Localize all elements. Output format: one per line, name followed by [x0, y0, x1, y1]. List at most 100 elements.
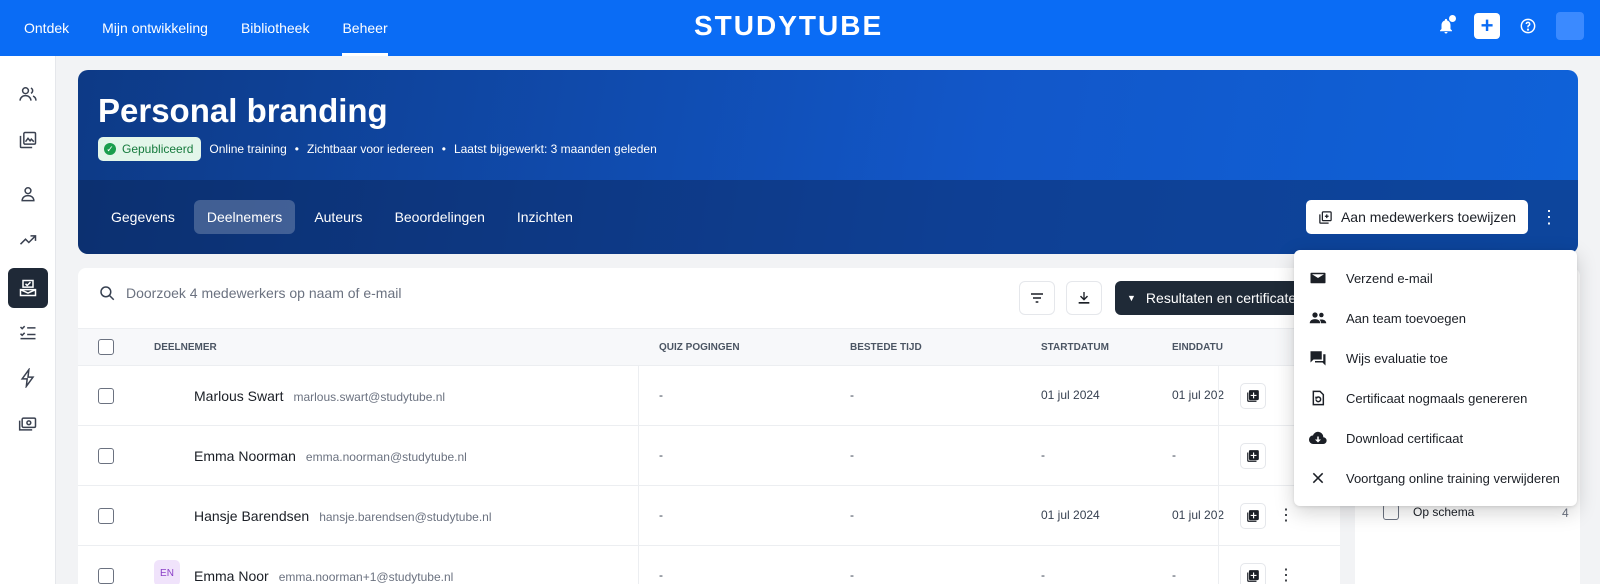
lightning-icon[interactable]: [8, 358, 48, 398]
menu-download-certificate[interactable]: Download certificaat: [1294, 418, 1577, 458]
course-header: Personal branding ✓ Gepubliceerd Online …: [78, 70, 1578, 254]
column-divider: [1218, 546, 1219, 584]
time-spent: -: [850, 388, 854, 402]
results-and-certificates-button[interactable]: ▼ Resultaten en certificaten: [1115, 281, 1315, 315]
filter-checkbox[interactable]: [1383, 504, 1399, 520]
filter-icon: [1031, 293, 1043, 303]
participant-name[interactable]: Emma Noorman: [194, 448, 296, 464]
table-row[interactable]: Emma Noorman emma.noorman@studytube.nl - …: [78, 426, 1340, 486]
nav-mijn-ontwikkeling[interactable]: Mijn ontwikkeling: [102, 0, 208, 56]
search-input[interactable]: Doorzoek 4 medewerkers op naam of e-mail: [126, 285, 401, 301]
menu-assign-evaluation[interactable]: Wijs evaluatie toe: [1294, 338, 1577, 378]
trending-up-icon[interactable]: [8, 220, 48, 260]
quiz-attempts: -: [659, 448, 663, 462]
row-checkbox[interactable]: [98, 448, 114, 464]
filter-button[interactable]: [1019, 281, 1055, 315]
tab-gegevens[interactable]: Gegevens: [98, 200, 188, 234]
add-to-library-icon[interactable]: [1240, 503, 1266, 529]
time-spent: -: [850, 448, 854, 462]
person-icon[interactable]: [8, 174, 48, 214]
chat-icon: [1308, 348, 1328, 368]
menu-add-to-team[interactable]: Aan team toevoegen: [1294, 298, 1577, 338]
search-icon: [100, 286, 115, 301]
library-icon[interactable]: [8, 120, 48, 160]
checklist-icon[interactable]: [8, 312, 48, 352]
tab-inzichten[interactable]: Inzichten: [504, 200, 586, 234]
table-row[interactable]: Hansje Barendsen hansje.barendsen@studytu…: [78, 486, 1340, 546]
brand-logo[interactable]: STUDYTUBE: [694, 10, 883, 42]
top-right-actions: +: [1432, 12, 1584, 40]
notifications-bell-icon[interactable]: [1432, 12, 1460, 40]
select-all-checkbox[interactable]: [98, 339, 114, 355]
payments-icon[interactable]: [8, 404, 48, 444]
start-date: -: [1041, 568, 1045, 582]
users-icon[interactable]: [8, 74, 48, 114]
participant-name[interactable]: Marlous Swart: [194, 388, 283, 404]
row-more-options-icon[interactable]: ⋮: [1278, 505, 1294, 525]
download-icon: [1078, 292, 1090, 304]
course-meta: ✓ Gepubliceerd Online training • Zichtba…: [98, 137, 657, 161]
row-more-options-icon[interactable]: ⋮: [1278, 565, 1294, 584]
tab-auteurs[interactable]: Auteurs: [301, 200, 375, 234]
more-options-icon[interactable]: ⋮: [1540, 206, 1558, 228]
add-to-library-icon[interactable]: [1240, 563, 1266, 584]
nav-bibliotheek[interactable]: Bibliotheek: [241, 0, 310, 56]
status-badge: ✓ Gepubliceerd: [98, 137, 202, 161]
menu-label: Aan team toevoegen: [1346, 310, 1466, 326]
menu-regenerate-certificate[interactable]: Certificaat nogmaals genereren: [1294, 378, 1577, 418]
row-checkbox[interactable]: [98, 388, 114, 404]
table-row[interactable]: Marlous Swart marlous.swart@studytube.nl …: [78, 366, 1340, 426]
course-management-icon[interactable]: [8, 268, 48, 308]
top-navigation-bar: Ontdek Mijn ontwikkeling Bibliotheek Beh…: [0, 0, 1600, 56]
add-plus-icon[interactable]: +: [1474, 13, 1500, 39]
add-to-library-icon[interactable]: [1240, 383, 1266, 409]
tab-deelnemers[interactable]: Deelnemers: [193, 200, 296, 234]
menu-label: Verzend e-mail: [1346, 270, 1433, 286]
cloud-download-icon: [1308, 428, 1328, 448]
user-avatar[interactable]: [1556, 12, 1584, 40]
search-bar[interactable]: Doorzoek 4 medewerkers op naam of e-mail: [98, 284, 401, 302]
download-button[interactable]: [1066, 281, 1102, 315]
status-label: Gepubliceerd: [122, 142, 194, 156]
time-spent: -: [850, 568, 854, 582]
avatar: EN: [154, 560, 180, 584]
menu-label: Voortgang online training verwijderen: [1346, 470, 1560, 486]
nav-ontdek[interactable]: Ontdek: [24, 0, 69, 56]
notification-dot: [1449, 15, 1456, 22]
meta-separator: •: [441, 142, 446, 156]
column-header-start[interactable]: STARTDATUM: [1041, 342, 1109, 353]
participant-cell: Marlous Swart marlous.swart@studytube.nl: [194, 388, 445, 404]
column-divider: [638, 486, 639, 546]
add-to-library-icon[interactable]: [1240, 443, 1266, 469]
column-divider: [638, 366, 639, 426]
column-header-time[interactable]: BESTEDE TIJD: [850, 342, 922, 353]
row-checkbox[interactable]: [98, 508, 114, 524]
filter-op-schema[interactable]: Op schema: [1383, 504, 1474, 520]
menu-remove-progress[interactable]: Voortgang online training verwijderen: [1294, 458, 1577, 498]
participant-name[interactable]: Hansje Barendsen: [194, 508, 309, 524]
meta-visibility: Zichtbaar voor iedereen: [306, 142, 434, 156]
participant-cell: Hansje Barendsen hansje.barendsen@studytu…: [194, 508, 492, 524]
end-date: 01 jul 202: [1172, 508, 1225, 522]
tab-beoordelingen[interactable]: Beoordelingen: [382, 200, 498, 234]
column-header-quiz[interactable]: QUIZ POGINGEN: [659, 342, 740, 353]
library-add-icon: [1319, 210, 1332, 224]
participant-name[interactable]: Emma Noor: [194, 568, 269, 584]
assign-button-label: Aan medewerkers toewijzen: [1340, 209, 1517, 225]
caret-down-icon: ▼: [1127, 293, 1136, 303]
assign-to-employees-button[interactable]: Aan medewerkers toewijzen: [1306, 200, 1528, 234]
column-header-end[interactable]: EINDDATU: [1172, 342, 1223, 353]
column-divider: [638, 546, 639, 584]
nav-beheer[interactable]: Beheer: [342, 0, 388, 56]
quiz-attempts: -: [659, 508, 663, 522]
help-icon[interactable]: [1514, 12, 1542, 40]
menu-send-email[interactable]: Verzend e-mail: [1294, 258, 1577, 298]
meta-type: Online training: [209, 142, 287, 156]
quiz-attempts: -: [659, 388, 663, 402]
menu-label: Wijs evaluatie toe: [1346, 350, 1448, 366]
column-header-deelnemer[interactable]: DEELNEMER: [154, 342, 217, 353]
column-divider: [638, 426, 639, 486]
table-row[interactable]: EN Emma Noor emma.noorman+1@studytube.nl …: [78, 546, 1340, 584]
row-checkbox[interactable]: [98, 568, 114, 584]
certificate-refresh-icon: [1308, 388, 1328, 408]
